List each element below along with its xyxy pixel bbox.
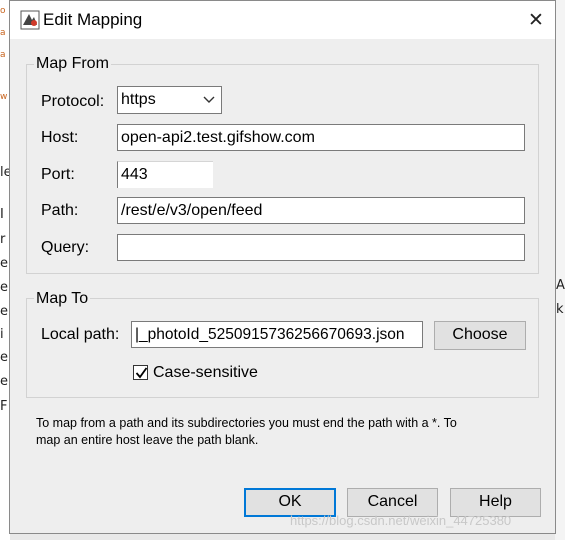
local-path-input[interactable]: |_photoId_5250915736256670693.json bbox=[131, 321, 423, 348]
path-label: Path: bbox=[41, 202, 79, 219]
background-fragment: i bbox=[0, 327, 4, 342]
background-fragment: e bbox=[0, 374, 8, 389]
protocol-value: https bbox=[121, 91, 156, 108]
map-to-legend: Map To bbox=[34, 290, 91, 308]
map-from-legend: Map From bbox=[34, 55, 111, 73]
background-fragment: a bbox=[0, 28, 6, 38]
port-label: Port: bbox=[41, 166, 75, 183]
edit-mapping-dialog: Edit Mapping ✕ Map From Protocol: https … bbox=[9, 0, 556, 534]
local-path-label: Local path: bbox=[41, 326, 120, 343]
port-input[interactable]: 443 bbox=[117, 161, 213, 188]
background-fragment: e bbox=[0, 280, 8, 295]
choose-button[interactable]: Choose bbox=[434, 321, 526, 350]
background-fragment: o bbox=[0, 6, 6, 16]
watermark: https://blog.csdn.net/weixin_44725380 bbox=[290, 513, 512, 528]
path-input[interactable]: /rest/e/v3/open/feed bbox=[117, 197, 525, 224]
close-icon[interactable]: ✕ bbox=[524, 8, 548, 32]
help-text-line-2: map an entire host leave the path blank. bbox=[36, 433, 259, 447]
background-fragment: e bbox=[0, 350, 8, 365]
query-label: Query: bbox=[41, 239, 90, 256]
background-fragment: I bbox=[0, 207, 4, 222]
title-bar[interactable]: Edit Mapping ✕ bbox=[10, 1, 555, 39]
background-fragment: A bbox=[556, 278, 565, 293]
protocol-select[interactable]: https bbox=[117, 86, 222, 114]
background-fragment: F bbox=[0, 399, 8, 414]
query-input[interactable] bbox=[117, 234, 525, 261]
protocol-label: Protocol: bbox=[41, 93, 105, 110]
host-input[interactable]: open-api2.test.gifshow.com bbox=[117, 124, 525, 151]
chevron-down-icon bbox=[203, 87, 215, 122]
background-fragment: e bbox=[0, 304, 8, 319]
background-fragment: r bbox=[0, 232, 6, 247]
dialog-title: Edit Mapping bbox=[43, 10, 143, 29]
case-sensitive-checkbox[interactable] bbox=[133, 365, 148, 380]
help-text-line-1: To map from a path and its subdirectorie… bbox=[36, 416, 457, 430]
checkmark-icon bbox=[135, 362, 148, 386]
background-fragment: a bbox=[0, 50, 6, 60]
background-fragment: e bbox=[0, 256, 8, 271]
app-logo-icon bbox=[20, 10, 40, 30]
background-fragment: w bbox=[0, 92, 8, 102]
case-sensitive-label: Case-sensitive bbox=[153, 364, 258, 381]
background-fragment: k bbox=[556, 302, 564, 317]
background-app-right bbox=[555, 0, 565, 540]
host-label: Host: bbox=[41, 129, 79, 146]
